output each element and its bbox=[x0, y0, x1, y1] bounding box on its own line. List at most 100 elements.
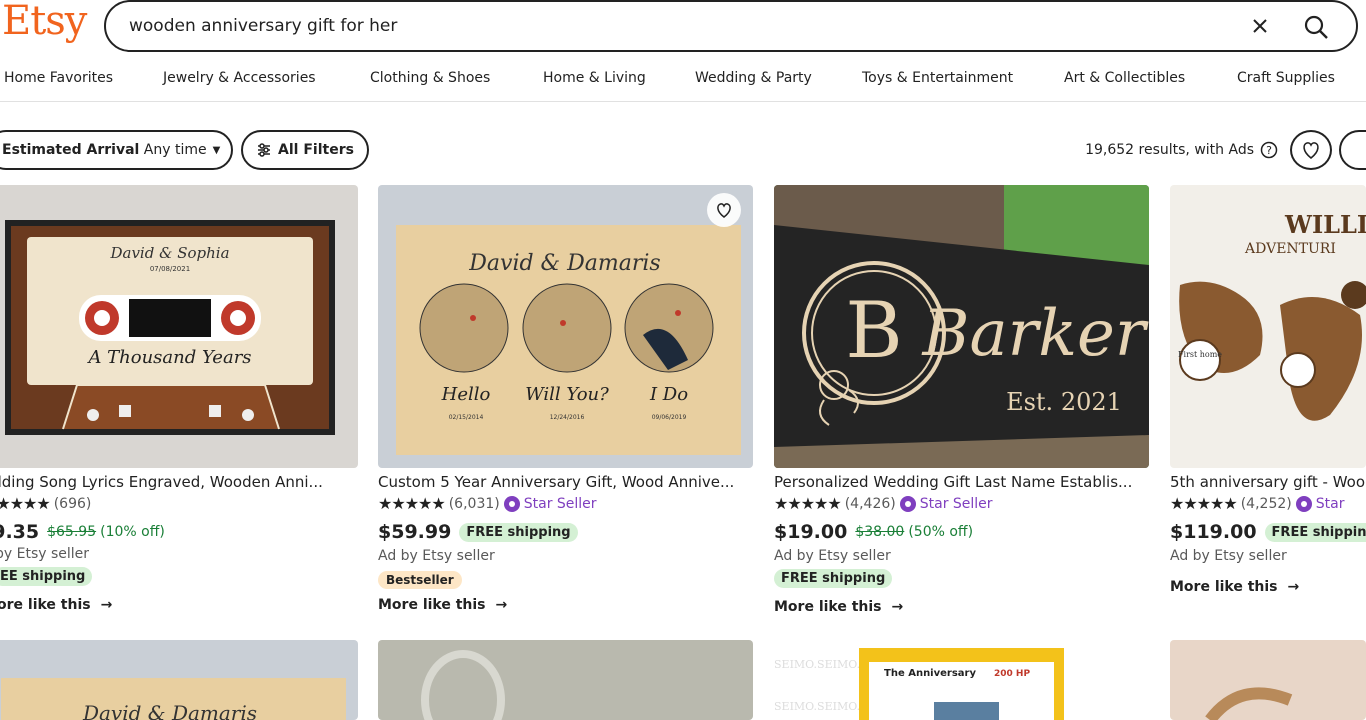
caret-down-icon: ▼ bbox=[212, 144, 221, 156]
heart-icon bbox=[717, 203, 731, 218]
listing-rating: ★★★★★ (696) bbox=[0, 494, 91, 513]
arrow-right-icon: → bbox=[100, 597, 113, 613]
sort-button[interactable] bbox=[1339, 130, 1366, 170]
close-icon[interactable] bbox=[1248, 14, 1272, 38]
star-seller-icon bbox=[1295, 495, 1312, 512]
star-rating-icon: ★★★★★ bbox=[774, 494, 842, 513]
search-icon[interactable] bbox=[1302, 13, 1330, 41]
star-rating-icon: ★★★★★ bbox=[1170, 494, 1238, 513]
listing-image[interactable]: WILLIA ADVENTURI First home bbox=[1170, 185, 1366, 468]
listing-title[interactable]: Personalized Wedding Gift Last Name Esta… bbox=[774, 473, 1149, 491]
category-clothing[interactable]: Clothing & Shoes bbox=[370, 70, 490, 86]
ad-label: Ad by Etsy seller bbox=[1170, 548, 1287, 564]
price: $19.00 bbox=[774, 521, 848, 543]
map-date-1: 02/15/2014 bbox=[449, 414, 484, 421]
more-like-this-link[interactable]: More like this → bbox=[378, 597, 507, 613]
listing-title[interactable]: Custom 5 Year Anniversary Gift, Wood Ann… bbox=[378, 473, 753, 491]
all-filters-button[interactable]: All Filters bbox=[241, 130, 369, 170]
listing-image[interactable] bbox=[1170, 640, 1366, 720]
star-seller-badge: Star Seller bbox=[899, 495, 993, 512]
all-filters-label: All Filters bbox=[278, 142, 354, 158]
star-seller-label: Star Seller bbox=[919, 495, 993, 512]
listing-image[interactable]: David & Damaris Hello Will You? I Do 02/… bbox=[378, 185, 753, 468]
listing-title[interactable]: edding Song Lyrics Engraved, Wooden Anni… bbox=[0, 473, 358, 491]
original-price: $65.95 bbox=[47, 524, 97, 540]
discount: (10% off) bbox=[100, 524, 165, 540]
ad-label: Ad by Etsy seller bbox=[774, 548, 891, 564]
favorite-button[interactable] bbox=[707, 193, 741, 227]
map-subtitle: ADVENTURI bbox=[1244, 241, 1336, 257]
search-bar[interactable]: wooden anniversary gift for her bbox=[104, 0, 1358, 52]
star-seller-label: Star bbox=[1315, 495, 1345, 512]
more-like-this-label: More like this bbox=[1170, 579, 1278, 595]
free-shipping-badge: FREE shipping bbox=[459, 522, 578, 542]
heart-icon bbox=[1303, 142, 1319, 160]
listing-image[interactable]: David & Sophia 07/08/2021 A Thousand Yea… bbox=[0, 185, 358, 468]
map-title: WILLIA bbox=[1284, 210, 1366, 239]
estimated-arrival-dropdown[interactable]: Estimated Arrival Any time ▼ bbox=[0, 130, 233, 170]
help-icon[interactable]: ? bbox=[1260, 141, 1278, 159]
category-home-favorites[interactable]: Home Favorites bbox=[4, 70, 113, 86]
listing-title[interactable]: 5th anniversary gift - Woo bbox=[1170, 473, 1366, 491]
arrival-value: Any time bbox=[143, 142, 207, 158]
card-hp: 200 HP bbox=[994, 669, 1030, 679]
category-home-living[interactable]: Home & Living bbox=[543, 70, 646, 86]
category-art[interactable]: Art & Collectibles bbox=[1064, 70, 1185, 86]
cassette-names: David & Sophia bbox=[109, 244, 229, 262]
search-input[interactable]: wooden anniversary gift for her bbox=[129, 16, 397, 36]
original-price: $38.00 bbox=[855, 524, 905, 540]
results-count: 19,652 results, with Ads ? bbox=[1085, 141, 1278, 159]
free-shipping-badge: FREE shipping bbox=[774, 569, 893, 588]
ad-label: by Etsy seller bbox=[0, 546, 90, 562]
etsy-logo[interactable]: Etsy bbox=[2, 0, 87, 44]
price: $59.99 bbox=[378, 521, 452, 543]
price-row: $59.99 FREE shipping bbox=[378, 521, 578, 543]
star-seller-icon bbox=[503, 495, 520, 512]
price-row: $19.00 $38.00 (50% off) bbox=[774, 521, 973, 543]
arrow-right-icon: → bbox=[891, 599, 904, 615]
more-like-this-link[interactable]: More like this → bbox=[1170, 579, 1299, 595]
listing-card[interactable]: WILLIA ADVENTURI First home 5th annivers… bbox=[1170, 185, 1366, 645]
map-caption-2: Will You? bbox=[525, 384, 609, 405]
category-toys[interactable]: Toys & Entertainment bbox=[862, 70, 1013, 86]
price-row: $119.00 FREE shipping bbox=[1170, 521, 1366, 543]
results-text: 19,652 results, with Ads bbox=[1085, 142, 1254, 158]
discount: (50% off) bbox=[908, 524, 974, 540]
listing-image[interactable] bbox=[378, 640, 753, 720]
pin-label: First home bbox=[1178, 350, 1222, 359]
map-caption-3: I Do bbox=[649, 384, 688, 405]
listing-image[interactable]: B Barker Est. 2021 bbox=[774, 185, 1149, 468]
review-count: (4,426) bbox=[844, 495, 896, 512]
favorite-search-button[interactable] bbox=[1290, 130, 1332, 170]
listing-rating: ★★★★★ (6,031) Star Seller bbox=[378, 494, 597, 513]
more-like-this-label: ore like this bbox=[0, 597, 91, 613]
cassette-song: A Thousand Years bbox=[86, 347, 251, 368]
map-names: David & Damaris bbox=[82, 701, 257, 720]
more-like-this-link[interactable]: ore like this → bbox=[0, 597, 112, 613]
listing-image[interactable]: SEIMO.SEIMO.SEIMO.SEIMO.SEIMO.SEIMO SEIM… bbox=[774, 640, 1149, 720]
arrival-label: Estimated Arrival bbox=[2, 142, 140, 158]
price: $119.00 bbox=[1170, 521, 1257, 543]
header: Etsy wooden anniversary gift for her bbox=[0, 0, 1366, 52]
sign-est: Est. 2021 bbox=[1006, 388, 1122, 416]
star-rating-icon: ★★★★★ bbox=[378, 494, 446, 513]
listing-image[interactable]: David & Damaris bbox=[0, 640, 358, 720]
more-like-this-label: More like this bbox=[378, 597, 486, 613]
category-wedding[interactable]: Wedding & Party bbox=[695, 70, 812, 86]
map-names: David & Damaris bbox=[468, 251, 660, 276]
cassette-date: 07/08/2021 bbox=[150, 265, 190, 273]
filter-bar: Estimated Arrival Any time ▼ All Filters… bbox=[0, 130, 1366, 170]
more-like-this-link[interactable]: More like this → bbox=[774, 599, 903, 615]
sliders-icon bbox=[258, 143, 271, 157]
free-shipping-badge: EE shipping bbox=[0, 567, 93, 586]
card-title: The Anniversary bbox=[884, 668, 976, 679]
price: 59.35 bbox=[0, 521, 40, 543]
star-seller-label: Star Seller bbox=[523, 495, 597, 512]
map-date-3: 09/06/2019 bbox=[652, 414, 687, 421]
ad-label: Ad by Etsy seller bbox=[378, 548, 495, 564]
category-jewelry[interactable]: Jewelry & Accessories bbox=[163, 70, 316, 86]
map-caption-1: Hello bbox=[441, 384, 491, 405]
star-seller-badge: Star Seller bbox=[503, 495, 597, 512]
category-craft[interactable]: Craft Supplies bbox=[1237, 70, 1335, 86]
star-rating-icon: ★★★★★ bbox=[0, 494, 51, 513]
